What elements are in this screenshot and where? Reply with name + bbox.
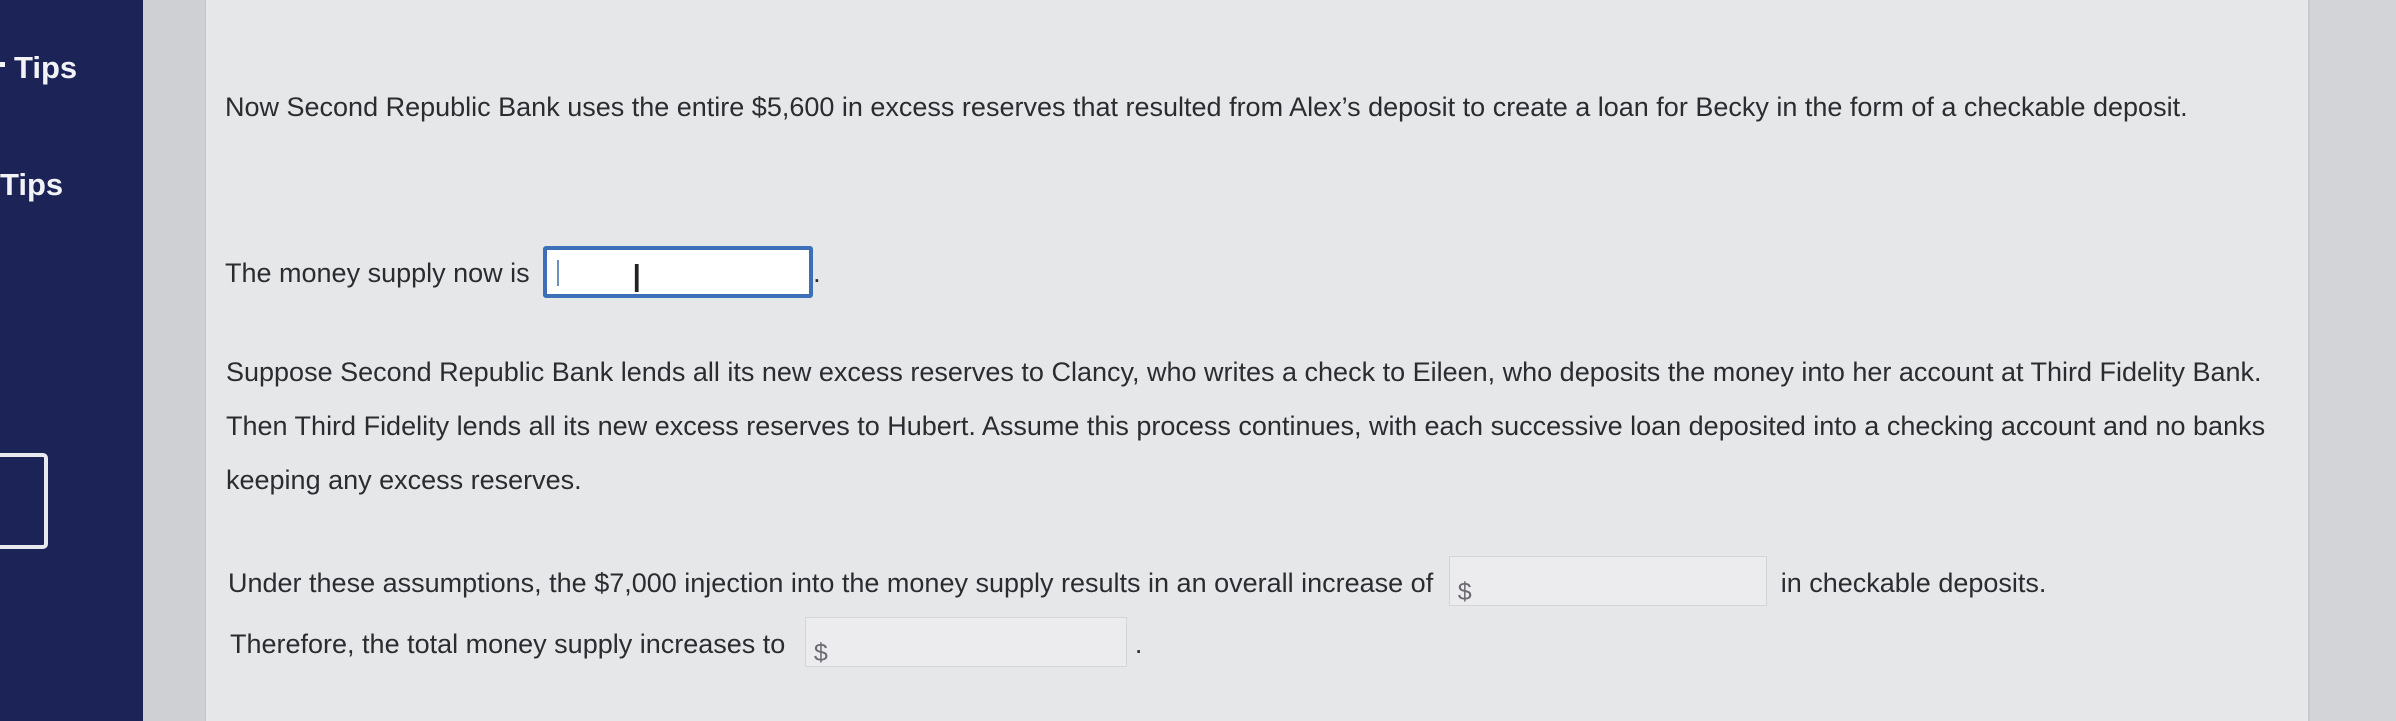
assumption-prefix: Under these assumptions, the $7,000 inje… bbox=[228, 568, 1434, 598]
assumption-line: Under these assumptions, the $7,000 inje… bbox=[228, 555, 2047, 610]
total-line: Therefore, the total money supply increa… bbox=[230, 616, 1143, 671]
money-supply-line: The money supply now is I . bbox=[225, 245, 821, 301]
ibeam-cursor-icon: I bbox=[631, 256, 643, 301]
increase-currency: $ bbox=[1457, 577, 1472, 606]
tips-link-2[interactable]: Tips bbox=[0, 167, 63, 203]
assumption-suffix: in checkable deposits. bbox=[1780, 568, 2047, 598]
intro-text: Now Second Republic Bank uses the entire… bbox=[225, 92, 2188, 122]
sidebar: Tips Tips bbox=[0, 0, 143, 721]
sidebar-button[interactable] bbox=[0, 453, 48, 549]
scenario-text: Suppose Second Republic Bank lends all i… bbox=[226, 357, 2266, 495]
total-suffix: . bbox=[1134, 629, 1143, 659]
money-supply-prefix: The money supply now is bbox=[225, 258, 530, 288]
total-currency: $ bbox=[813, 638, 828, 667]
total-prefix: Therefore, the total money supply increa… bbox=[230, 629, 786, 659]
right-strip bbox=[2308, 0, 2396, 721]
money-supply-suffix: . bbox=[813, 258, 821, 288]
increase-input[interactable]: $ bbox=[1448, 555, 1767, 606]
text-caret bbox=[557, 259, 560, 286]
money-supply-input[interactable]: I bbox=[543, 245, 814, 301]
tips-link-1[interactable]: Tips bbox=[0, 50, 77, 86]
gutter bbox=[143, 0, 205, 721]
total-input[interactable]: $ bbox=[804, 616, 1127, 667]
